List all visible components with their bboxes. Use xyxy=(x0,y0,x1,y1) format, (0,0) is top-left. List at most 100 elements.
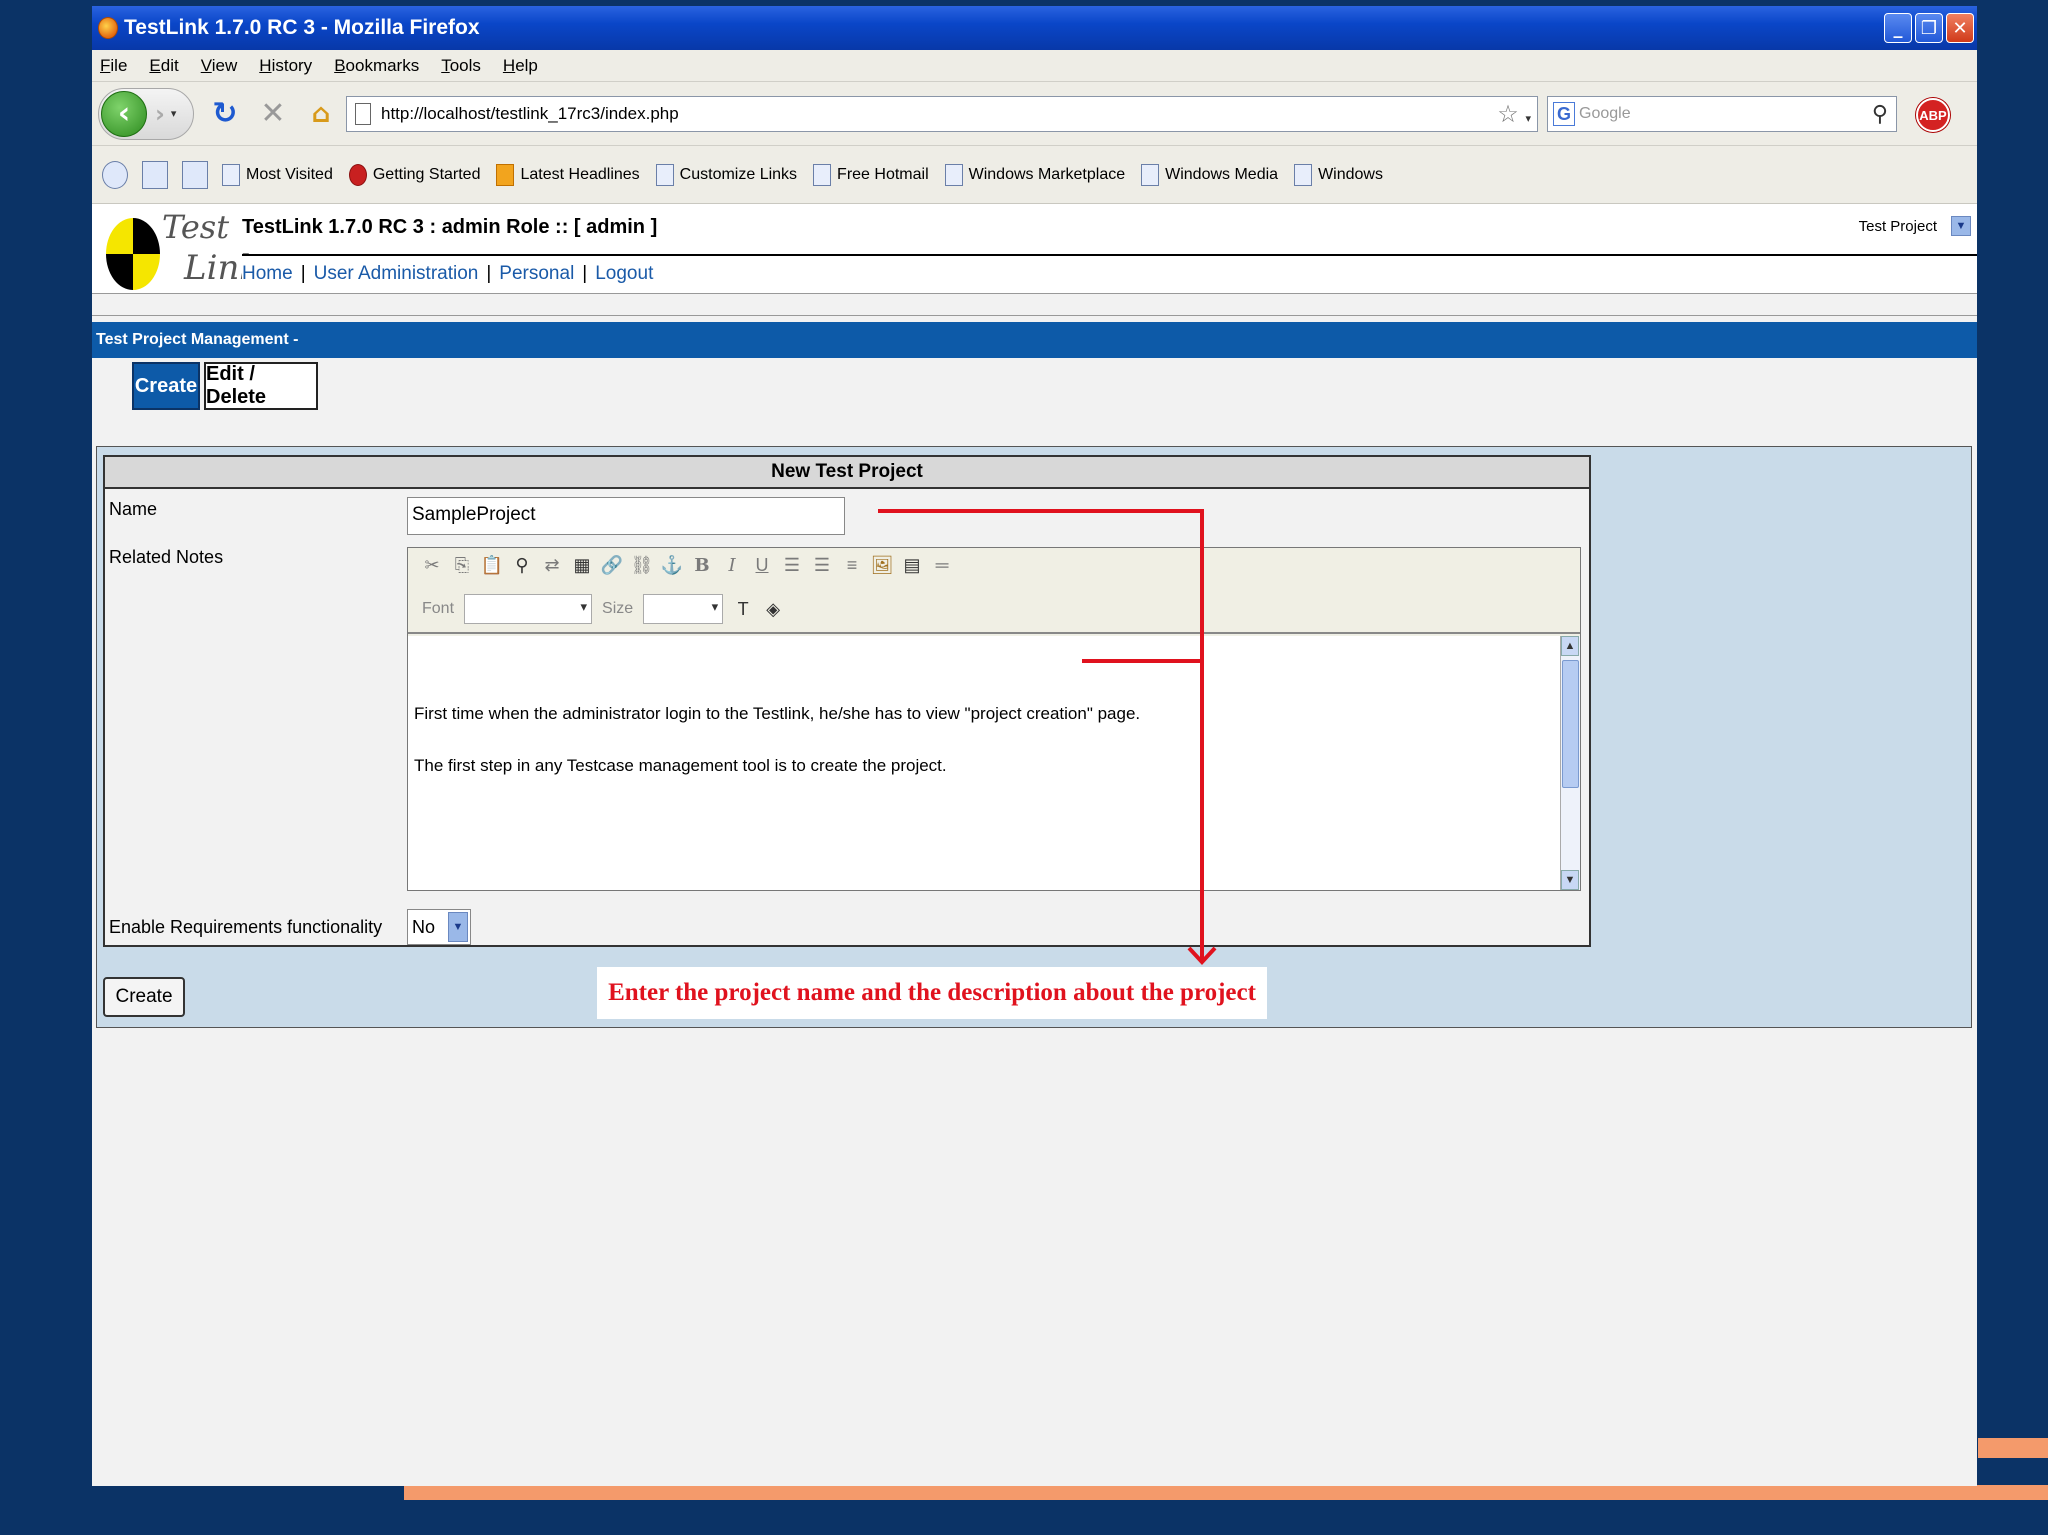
testlink-logo: Test Link xyxy=(96,208,260,290)
bookmark-getting-started[interactable]: Getting Started xyxy=(348,163,480,186)
bookmark-label: Free Hotmail xyxy=(837,165,929,183)
bookmark-customize-links[interactable]: Customize Links xyxy=(655,163,797,186)
close-button[interactable]: ✕ xyxy=(1946,13,1974,43)
section-title: Test Project Management - xyxy=(92,322,1977,358)
page-content: Test Link TestLink 1.7.0 RC 3 : admin Ro… xyxy=(92,204,1977,1486)
bookmark-star-icon[interactable]: ☆ ▾ xyxy=(1497,100,1537,129)
tab-edit-delete[interactable]: Edit / Delete xyxy=(204,362,318,410)
anchor-icon[interactable]: ⚓ xyxy=(661,554,683,576)
test-project-label: Test Project xyxy=(1858,217,1937,235)
size-select[interactable] xyxy=(643,594,724,624)
scroll-down-icon[interactable]: ▼ xyxy=(1561,870,1579,890)
new-project-form: New Test Project Name SampleProject Rela… xyxy=(103,455,1591,947)
notes-line-2: The first step in any Testcase managemen… xyxy=(414,756,947,775)
url-bar[interactable]: http://localhost/testlink_17rc3/index.ph… xyxy=(346,96,1538,132)
text-color-icon[interactable]: T xyxy=(733,598,753,620)
search-icon[interactable]: ⚲ xyxy=(1872,101,1896,127)
adblock-icon[interactable]: ABP xyxy=(1916,98,1950,132)
insert-table-icon[interactable]: ▤ xyxy=(902,554,922,576)
bookmark-most-visited[interactable]: Most Visited xyxy=(222,163,333,186)
nav-home[interactable]: Home xyxy=(242,263,293,285)
window-title: TestLink 1.7.0 RC 3 - Mozilla Firefox xyxy=(124,16,480,39)
find-icon[interactable]: ⚲ xyxy=(512,554,532,576)
editor-toolbar: ✂ ⎘ 📋 ⚲ ⇄ ▦ 🔗 ⛓ ⚓ B I U ☰ ☰ ≡ 🖼 ▤ ═ Font… xyxy=(408,548,1580,634)
nav-logout[interactable]: Logout xyxy=(595,263,653,285)
copy-icon[interactable]: ⎘ xyxy=(452,554,472,576)
bookmark-windows-media[interactable]: Windows Media xyxy=(1141,163,1278,186)
link-icon[interactable]: 🔗 xyxy=(601,554,623,576)
notes-line-1: First time when the administrator login … xyxy=(414,704,1141,723)
rich-text-editor: ✂ ⎘ 📋 ⚲ ⇄ ▦ 🔗 ⛓ ⚓ B I U ☰ ☰ ≡ 🖼 ▤ ═ Font… xyxy=(407,547,1581,891)
requirements-label: Enable Requirements functionality xyxy=(109,917,383,937)
menu-history[interactable]: History xyxy=(259,56,312,76)
align-icon[interactable]: ≡ xyxy=(842,554,862,576)
size-label: Size xyxy=(602,600,634,617)
bookmark-latest-headlines[interactable]: Latest Headlines xyxy=(496,163,640,186)
testlink-header: Test Link TestLink 1.7.0 RC 3 : admin Ro… xyxy=(92,204,1977,294)
replace-icon[interactable]: ⇄ xyxy=(542,554,562,576)
scroll-thumb[interactable] xyxy=(1562,660,1579,788)
cut-icon[interactable]: ✂ xyxy=(422,554,442,576)
paste-icon[interactable]: 📋 xyxy=(481,554,503,576)
reload-icon[interactable]: ↻ xyxy=(208,96,242,131)
google-icon[interactable]: G xyxy=(1553,102,1575,126)
back-forward-group: ‹ › ▾ xyxy=(98,87,194,140)
ordered-list-icon[interactable]: ☰ xyxy=(782,554,802,576)
nav-personal[interactable]: Personal xyxy=(499,263,574,285)
bookmark-windows[interactable]: Windows xyxy=(1294,163,1383,186)
table-icon[interactable]: ▦ xyxy=(572,554,592,576)
form-panel: New Test Project Name SampleProject Rela… xyxy=(96,446,1972,1028)
editor-text-area[interactable]: First time when the administrator login … xyxy=(408,636,1562,890)
nav-user-administration[interactable]: User Administration xyxy=(314,263,479,285)
menu-edit[interactable]: Edit xyxy=(149,56,178,76)
bold-icon[interactable]: B xyxy=(692,554,712,576)
create-button[interactable]: Create xyxy=(103,977,185,1017)
menu-file[interactable]: File xyxy=(100,56,127,76)
bookmark-windows-marketplace[interactable]: Windows Marketplace xyxy=(944,163,1125,186)
editor-scrollbar[interactable]: ▲ ▼ xyxy=(1560,636,1580,890)
browser-window: TestLink 1.7.0 RC 3 - Mozilla Firefox _ … xyxy=(92,6,1977,1486)
forward-icon[interactable]: › xyxy=(155,100,165,128)
calendar-icon[interactable] xyxy=(182,160,208,189)
tab-create[interactable]: Create xyxy=(132,362,200,410)
chevron-down-icon[interactable]: ▼ xyxy=(1951,216,1971,236)
horizontal-rule-icon[interactable]: ═ xyxy=(932,554,952,576)
search-box[interactable]: G Google ⚲ xyxy=(1547,96,1897,132)
requirements-select[interactable]: No ▼ xyxy=(407,909,471,945)
bookmark-free-hotmail[interactable]: Free Hotmail xyxy=(813,163,929,186)
test-project-selector[interactable]: Test Project ▼ xyxy=(1859,216,1971,236)
stop-icon[interactable]: ✕ xyxy=(256,96,290,131)
page-icon xyxy=(355,103,371,125)
bulleted-list-icon[interactable]: ☰ xyxy=(812,554,832,576)
history-dropdown-icon[interactable]: ▾ xyxy=(171,107,177,120)
app-title: TestLink 1.7.0 RC 3 : admin Role :: [ ad… xyxy=(242,216,658,238)
background-color-icon[interactable]: ◈ xyxy=(763,598,783,620)
unlink-icon[interactable]: ⛓ xyxy=(631,554,654,576)
add-page-icon[interactable] xyxy=(142,160,168,189)
scroll-up-icon[interactable]: ▲ xyxy=(1561,636,1579,656)
menu-tools[interactable]: Tools xyxy=(441,56,481,76)
page-icon xyxy=(655,163,674,186)
search-tool-icon[interactable] xyxy=(102,160,128,189)
menu-bookmarks[interactable]: Bookmarks xyxy=(334,56,419,76)
page-icon xyxy=(944,163,963,186)
url-text: http://localhost/testlink_17rc3/index.ph… xyxy=(381,104,679,123)
bookmark-label: Windows xyxy=(1318,165,1383,183)
project-name-input[interactable]: SampleProject xyxy=(407,497,845,535)
restore-button[interactable]: ❐ xyxy=(1915,13,1943,43)
image-icon[interactable]: 🖼 xyxy=(871,554,894,576)
search-placeholder: Google xyxy=(1579,105,1631,122)
home-icon[interactable]: ⌂ xyxy=(304,97,338,131)
back-icon[interactable]: ‹ xyxy=(101,90,147,137)
page-icon xyxy=(1141,163,1160,186)
italic-icon[interactable]: I xyxy=(722,554,742,576)
rss-icon xyxy=(496,163,515,186)
orange-bar-decoration xyxy=(1978,1438,2048,1458)
font-select[interactable] xyxy=(464,594,593,624)
page-icon xyxy=(813,163,832,186)
minimize-button[interactable]: _ xyxy=(1884,13,1912,43)
underline-icon[interactable]: U xyxy=(752,554,772,576)
chevron-down-icon[interactable]: ▼ xyxy=(448,912,468,942)
menu-view[interactable]: View xyxy=(201,56,238,76)
menu-help[interactable]: Help xyxy=(503,56,538,76)
